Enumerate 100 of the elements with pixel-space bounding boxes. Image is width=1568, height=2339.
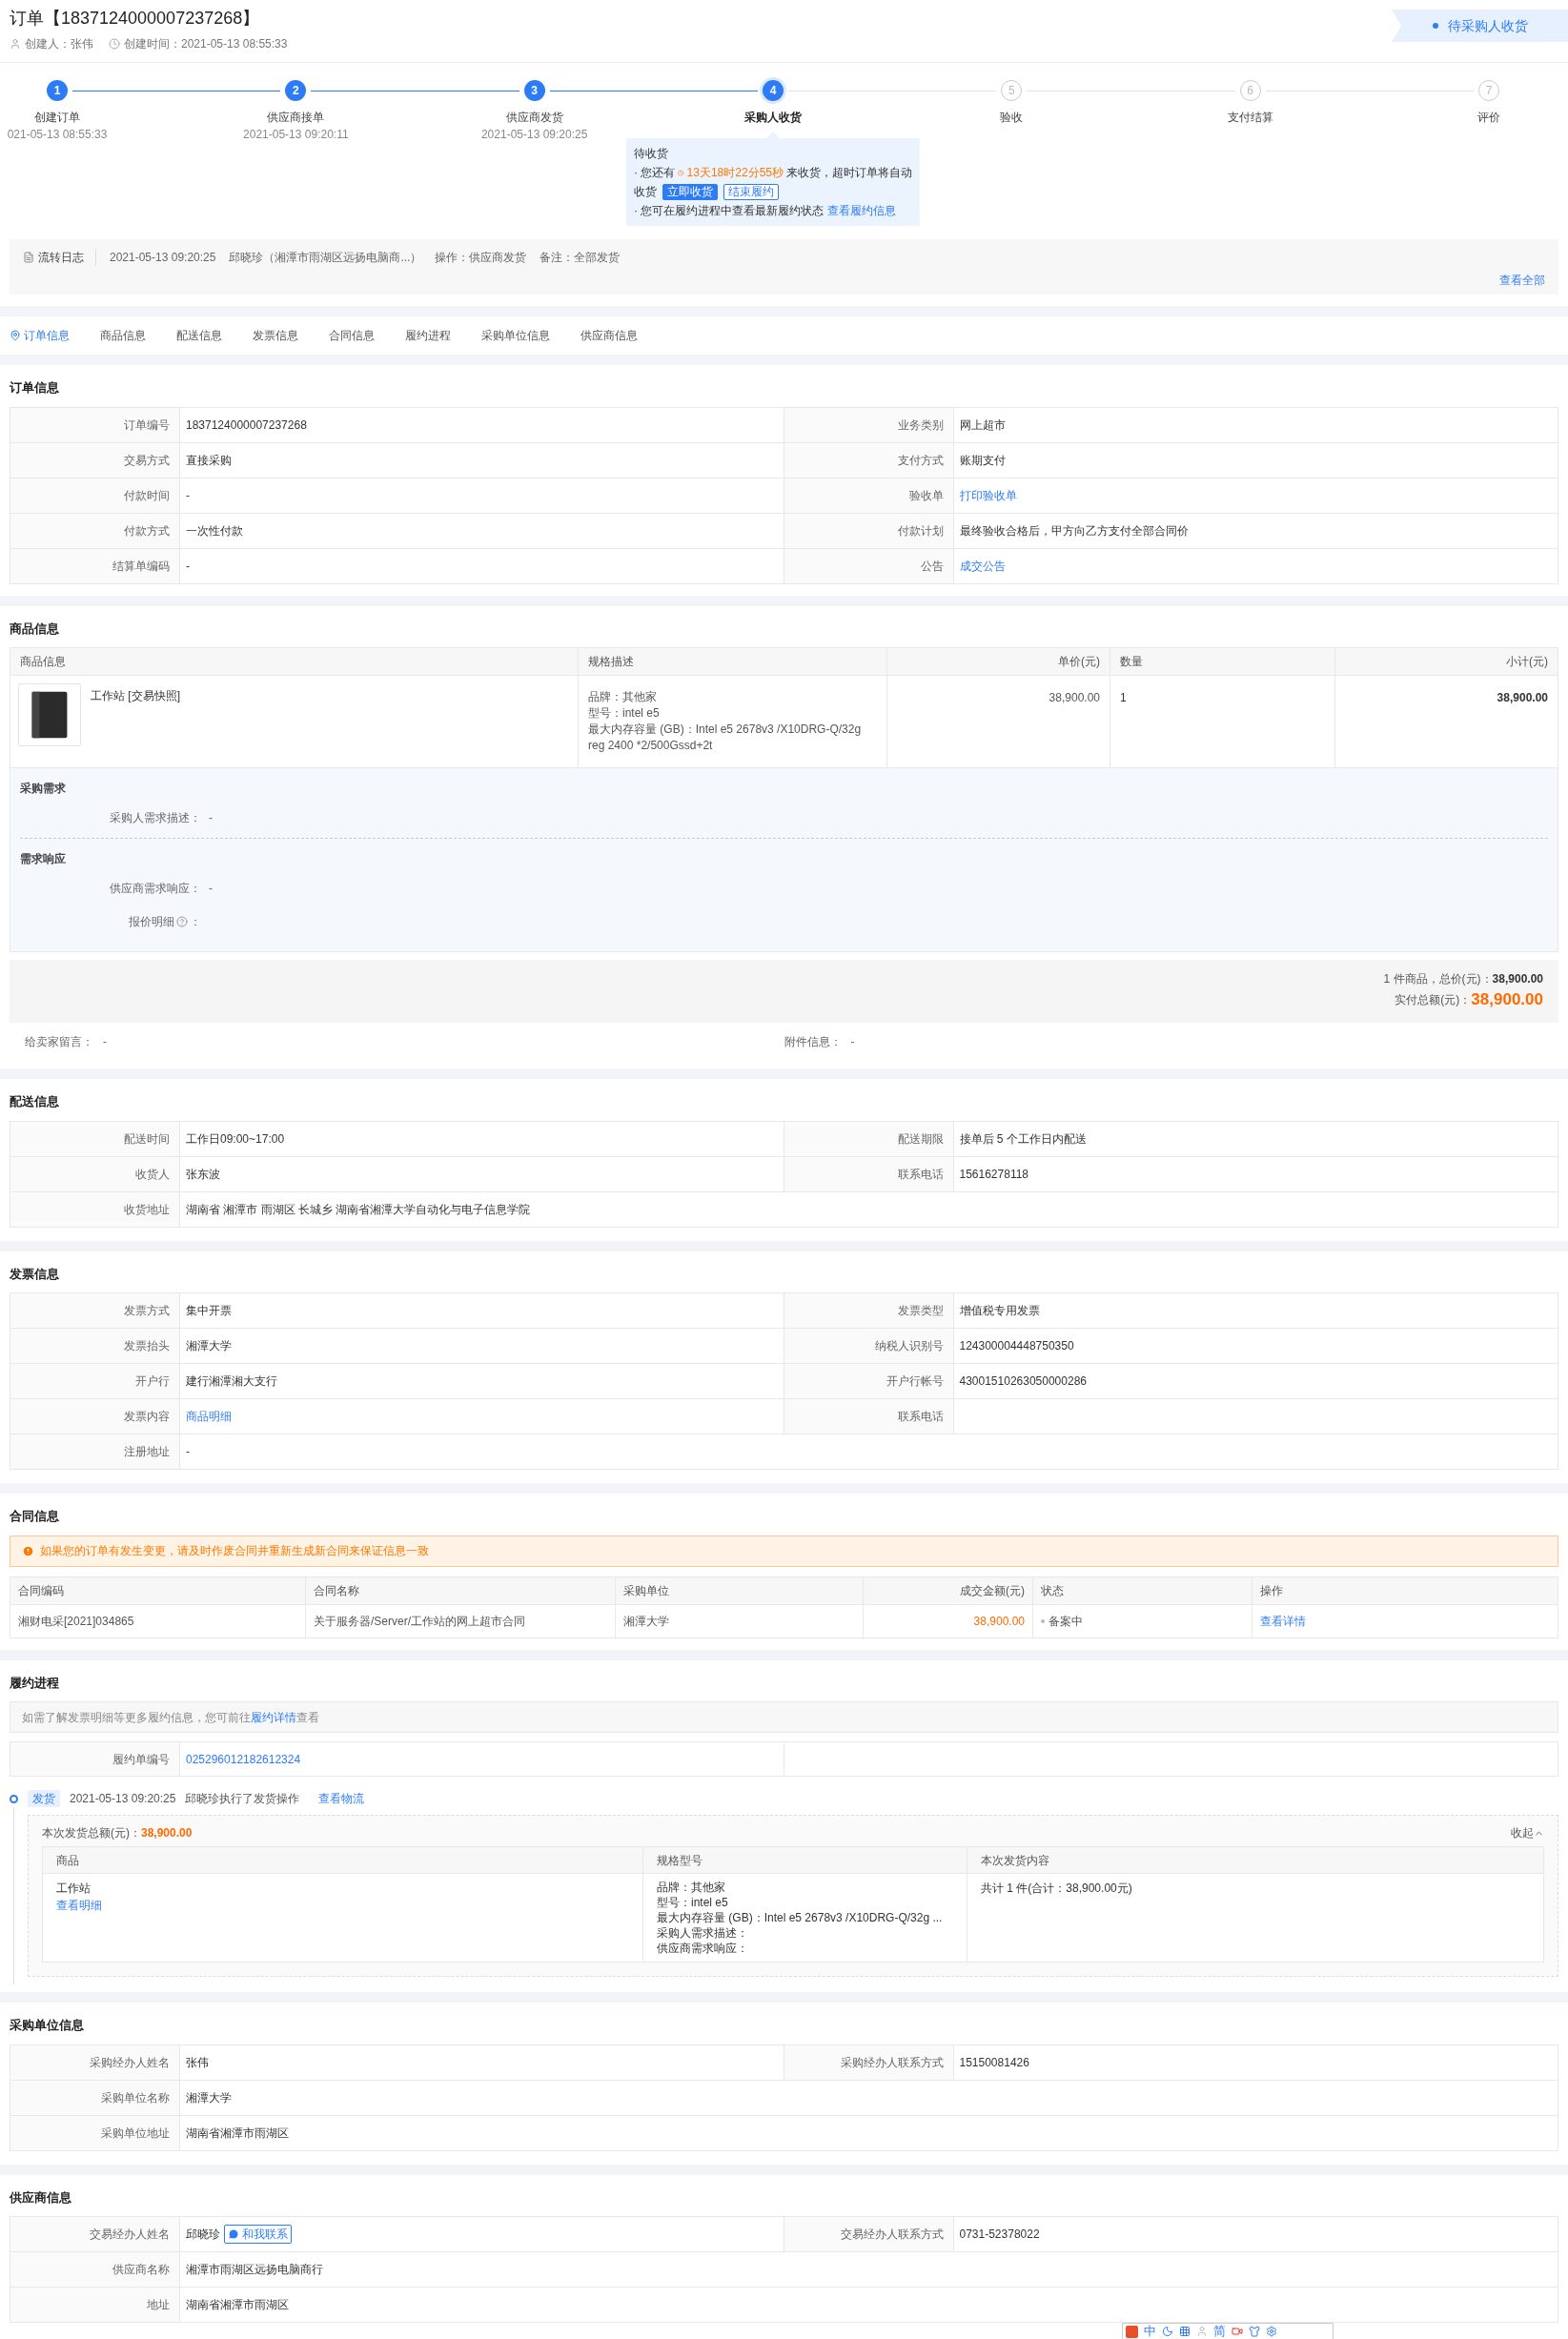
column-header: 数量 — [1110, 648, 1335, 675]
column-header: 成交金额(元) — [864, 1576, 1033, 1604]
popup-text: 来收货，超时订单将自动 — [786, 165, 912, 181]
field-label: 采购经办人姓名 — [10, 2044, 180, 2080]
field-label: 结算单编码 — [10, 548, 180, 583]
demand-value: - — [209, 809, 213, 826]
field-value: 邱晓珍 — [186, 2227, 220, 2243]
nav-tab[interactable]: 采购单位信息 — [481, 327, 550, 344]
popup-title: 待收货 — [634, 146, 669, 162]
shipment-total-label: 本次发货总额(元)： — [42, 1825, 141, 1841]
field-label: 支付方式 — [784, 442, 954, 478]
step-number: 6 — [1239, 80, 1261, 101]
video-icon[interactable] — [1232, 2326, 1243, 2337]
notice-text: 如需了解发票明细等更多履约信息，您可前往 — [22, 1709, 251, 1726]
column-header: 小计(元) — [1505, 654, 1549, 670]
field-label: 发票类型 — [784, 1293, 954, 1328]
contact-button[interactable]: 和我联系 — [224, 2225, 292, 2244]
step-label: 采购人收货 — [744, 110, 802, 126]
creator-text: 创建人：张伟 — [25, 36, 93, 52]
field-label: 交易经办人联系方式 — [784, 2217, 954, 2251]
shirt-icon[interactable] — [1249, 2326, 1260, 2337]
field-label: 采购单位名称 — [10, 2080, 180, 2115]
field-label: 发票内容 — [10, 1399, 180, 1434]
field-link[interactable]: 打印验收单 — [959, 486, 1017, 504]
popup-button[interactable]: 结束履约 — [723, 183, 779, 200]
charset-mode[interactable]: 简 — [1213, 2324, 1226, 2339]
quantity: 1 — [1120, 691, 1127, 704]
detail-link[interactable]: 查看详情 — [1260, 1612, 1306, 1630]
settings-icon[interactable] — [1266, 2326, 1277, 2337]
notice-link[interactable]: 履约详情 — [251, 1708, 296, 1726]
logistics-link[interactable]: 查看物流 — [318, 1790, 365, 1807]
field-value: 湖南省湘潭市雨湖区 — [185, 2125, 290, 2142]
subtotal: 38,900.00 — [1497, 691, 1548, 704]
nav-tab[interactable]: 配送信息 — [176, 327, 222, 344]
field-value: 15150081426 — [958, 2054, 1030, 2071]
field-label: 采购单位地址 — [10, 2115, 180, 2150]
field-label: 联系电话 — [784, 1156, 954, 1191]
log-operator: 邱晓珍（湘潭市雨湖区远扬电脑商...） — [229, 250, 422, 266]
summary-count: 1 件商品，总价(元)： — [1383, 971, 1493, 988]
computer-case-drawing — [18, 683, 81, 746]
grid-icon[interactable] — [1179, 2326, 1191, 2337]
nav-tab[interactable]: 合同信息 — [329, 327, 375, 344]
popup-button[interactable]: 立即收货 — [662, 183, 718, 200]
step-time: 021-05-13 08:55:33 — [7, 127, 108, 143]
field-label: 供应商名称 — [10, 2252, 180, 2287]
product-name: 工作站 — [56, 1881, 91, 1897]
table-cell: 关于服务器/Server/工作站的网上超市合同 — [306, 1604, 616, 1637]
field-label: 联系电话 — [784, 1399, 954, 1434]
field-label: 收货地址 — [10, 1191, 180, 1227]
pin-icon — [10, 330, 21, 341]
nav-tab[interactable]: 商品信息 — [100, 327, 146, 344]
field-link[interactable]: 商品明细 — [186, 1408, 232, 1425]
column-header: 单价(元) — [887, 648, 1110, 675]
field-label: 订单编号 — [10, 407, 180, 442]
step-label: 评价 — [1476, 110, 1500, 126]
nav-tab[interactable]: 供应商信息 — [580, 327, 638, 344]
message-label: 附件信息： — [784, 1034, 842, 1050]
field-value: - — [180, 548, 784, 583]
field-value: - — [185, 1444, 191, 1460]
log-action: 操作：供应商发货 — [435, 250, 527, 266]
field-link[interactable]: 成交公告 — [959, 557, 1006, 575]
nav-tab[interactable]: 履约进程 — [405, 327, 451, 344]
moon-icon[interactable] — [1162, 2326, 1173, 2337]
message-value: - — [103, 1034, 107, 1050]
field-value: 湘潭大学 — [180, 1329, 784, 1363]
demand-title: 采购需求 — [20, 782, 66, 795]
field-label: 纳税人识别号 — [784, 1329, 954, 1363]
log-label: 流转日志 — [38, 250, 84, 266]
message-label: 给卖家留言： — [25, 1034, 93, 1050]
popup-link[interactable]: 查看履约信息 — [827, 201, 897, 220]
detail-link[interactable]: 查看明细 — [56, 1897, 102, 1914]
field-value: 张东波 — [180, 1156, 784, 1191]
section-title: 履约进程 — [10, 1675, 59, 1690]
spec-line: 型号：intel e5 — [657, 1895, 729, 1910]
column-header: 合同名称 — [306, 1576, 616, 1604]
message-value: - — [850, 1034, 855, 1050]
view-all-link[interactable]: 查看全部 — [1499, 272, 1545, 289]
field-value: 湖南省 湘潭市 雨湖区 长城乡 湖南省湘潭大学自动化与电子信息学院 — [185, 1201, 532, 1218]
field-value: 1837124000007237268 — [180, 407, 784, 442]
input-mode[interactable]: 中 — [1144, 2324, 1156, 2339]
person-icon — [10, 38, 21, 50]
field-label: 采购经办人联系方式 — [784, 2044, 954, 2080]
step-number: 4 — [763, 80, 784, 101]
section-title: 供应商信息 — [10, 2189, 71, 2205]
nav-tab[interactable]: 发票信息 — [253, 327, 298, 344]
step-time: 2021-05-13 09:20:11 — [243, 127, 349, 143]
status-badge: 待采购人收货 — [1392, 10, 1568, 42]
field-label: 收货人 — [10, 1156, 180, 1191]
spec-line: 采购人需求描述： — [657, 1925, 749, 1941]
nav-tab[interactable]: 订单信息 — [10, 327, 70, 344]
warning-icon — [22, 1544, 34, 1557]
field-label: 交易经办人姓名 — [10, 2217, 180, 2251]
demand-title: 需求响应 — [20, 852, 66, 865]
field-label: 配送期限 — [784, 1121, 954, 1156]
step-label: 验收 — [1000, 110, 1024, 126]
event-time: 2021-05-13 09:20:25 — [70, 1791, 176, 1807]
field-link[interactable]: 025296012182612324 — [186, 1750, 301, 1768]
collapse-button[interactable]: 收起 — [1511, 1824, 1544, 1841]
column-header: 商品信息 — [10, 648, 579, 675]
field-value: 网上超市 — [958, 417, 1007, 434]
